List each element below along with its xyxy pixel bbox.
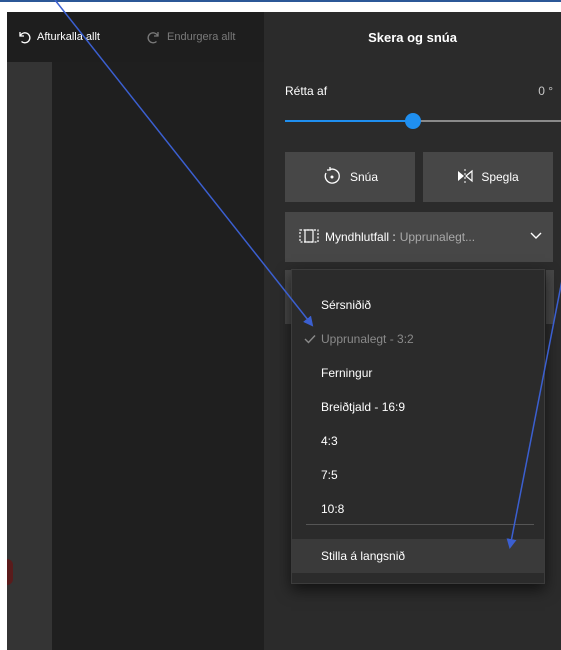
aspect-ratio-icon (299, 228, 319, 246)
undo-all-button[interactable]: Afturkalla allt (17, 12, 100, 62)
menu-item-square[interactable]: Ferningur (292, 356, 544, 390)
menu-item-widescreen[interactable]: Breiðtjald - 16:9 (292, 390, 544, 424)
flip-label: Spegla (481, 170, 519, 184)
rotate-button[interactable]: Snúa (285, 152, 415, 202)
redo-all-label: Endurgera allt (167, 31, 236, 43)
window-top-strip (0, 0, 561, 12)
straighten-value: 0 ° (538, 84, 553, 98)
rotate-icon (322, 166, 342, 189)
aspect-ratio-dropdown[interactable]: Myndhlutfall : Upprunalegt... (285, 212, 553, 262)
rotate-flip-row: Snúa Spegla (285, 152, 561, 202)
flip-icon (457, 168, 473, 186)
menu-item-landscape[interactable]: Stilla á langsnið (292, 539, 544, 573)
slider-thumb[interactable] (405, 113, 421, 129)
menu-item-10-8[interactable]: 10:8 (292, 492, 544, 526)
aspect-ratio-label: Myndhlutfall : (325, 230, 396, 244)
edit-toolbar: Afturkalla allt Endurgera allt (7, 12, 264, 62)
undo-icon (17, 30, 31, 44)
aspect-ratio-menu: Sérsniðið Upprunalegt - 3:2 Ferningur Br… (291, 269, 545, 584)
straighten-slider[interactable] (285, 113, 561, 129)
menu-item-4-3[interactable]: 4:3 (292, 424, 544, 458)
rotate-label: Snúa (349, 170, 379, 184)
menu-item-original[interactable]: Upprunalegt - 3:2 (292, 322, 544, 356)
panel-title: Skera og snúa (368, 30, 457, 45)
photo-canvas[interactable] (7, 62, 264, 650)
chevron-down-icon (529, 229, 543, 246)
undo-all-label: Afturkalla allt (37, 31, 100, 43)
photo-editor-window: Afturkalla allt Endurgera allt Skera og … (7, 12, 561, 650)
flip-button[interactable]: Spegla (423, 152, 553, 202)
photo-preview (7, 62, 52, 650)
photo-detail (7, 559, 13, 585)
straighten-label: Rétta af (285, 84, 328, 98)
aspect-ratio-value: Upprunalegt... (399, 230, 476, 244)
menu-divider (306, 524, 534, 525)
redo-icon (147, 30, 161, 44)
title-accent-line (0, 0, 561, 2)
menu-item-custom[interactable]: Sérsniðið (292, 288, 544, 322)
check-icon (304, 333, 316, 347)
slider-track (413, 120, 561, 122)
slider-track-fill (285, 120, 413, 122)
redo-all-button[interactable]: Endurgera allt (147, 12, 236, 62)
menu-item-7-5[interactable]: 7:5 (292, 458, 544, 492)
hidden-button-right-edge (546, 270, 554, 324)
